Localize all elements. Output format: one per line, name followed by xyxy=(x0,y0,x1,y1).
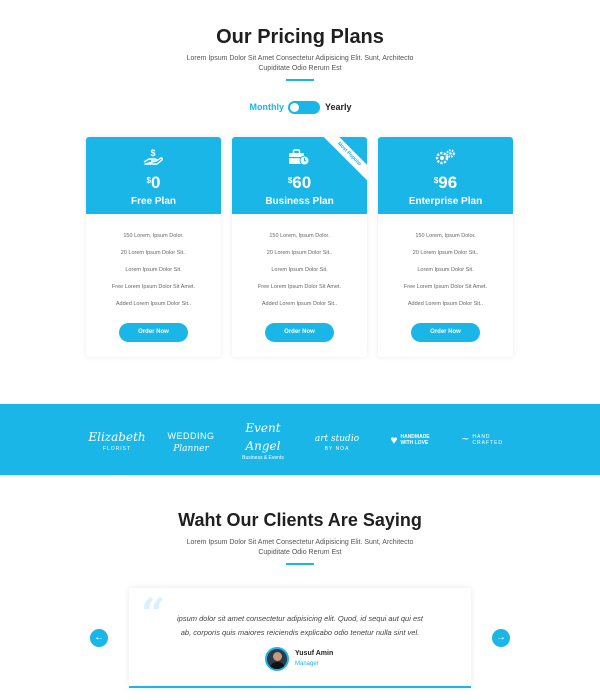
yearly-label[interactable]: Yearly xyxy=(325,102,352,112)
feature-item: Lorem Ipsum Dolor Sit. xyxy=(417,267,474,273)
feature-item: 150 Lorem, Ipsum Dolor. xyxy=(269,233,330,239)
card-header: $ $0 Free Plan xyxy=(86,137,221,214)
feature-list: 150 Lorem, Ipsum Dolor. 20 Lorem Ipsum D… xyxy=(86,232,221,317)
next-arrow-button[interactable]: → xyxy=(492,629,510,647)
feature-list: 150 Lorem, Ipsum Dolor. 20 Lorem Ipsum D… xyxy=(378,232,513,317)
order-now-button[interactable]: Order Now xyxy=(411,323,480,342)
pricing-card-enterprise: $96 Enterprise Plan 150 Lorem, Ipsum Dol… xyxy=(378,137,513,357)
avatar xyxy=(265,647,289,671)
feature-item: Added Lorem Ipsum Dolor Sit.. xyxy=(407,301,484,307)
testimonials-title-underline xyxy=(286,563,314,565)
plan-price: $0 xyxy=(146,173,161,192)
logo-handmade: ♥ HANDMADE WITH LOVE xyxy=(390,432,430,447)
plan-name: Free Plan xyxy=(130,196,177,207)
pricing-card-free: $ $0 Free Plan 150 Lorem, Ipsum Dolor. 2… xyxy=(86,137,221,357)
feature-item: 150 Lorem, Ipsum Dolor. xyxy=(123,233,184,239)
plan-name: Business Plan xyxy=(265,196,334,207)
feature-item: Free Lorem Ipsum Dolor Sit Amet. xyxy=(111,284,196,290)
testimonial-quote: ipsum dolor sit amet consectetur adipisi… xyxy=(177,614,423,637)
logo-hand-crafted: ~ HAND CRAFTED xyxy=(460,433,503,446)
client-role: Manager xyxy=(295,661,319,667)
client-logos-band: Elizabeth FLORIST WEDDING Planner Event An… xyxy=(0,404,600,475)
plan-price: $60 xyxy=(287,173,312,192)
testimonial-card: “ ipsum dolor sit amet consectetur adipi… xyxy=(129,588,471,688)
logo-elizabeth: Elizabeth FLORIST xyxy=(88,429,146,452)
order-now-button[interactable]: Order Now xyxy=(119,323,188,342)
logo-event-angel: Event Angel Business & Events xyxy=(242,420,284,461)
pricing-title: Our Pricing Plans xyxy=(216,26,384,48)
logo-wedding-planner: WEDDING Planner xyxy=(167,430,215,454)
order-now-button[interactable]: Order Now xyxy=(265,323,334,342)
feature-item: Lorem Ipsum Dolor Sit. xyxy=(271,267,328,273)
svg-text:$: $ xyxy=(150,148,155,158)
toggle-knob xyxy=(290,103,299,112)
billing-toggle-row: Monthly Yearly xyxy=(0,100,600,116)
feature-item: Lorem Ipsum Dolor Sit. xyxy=(125,267,182,273)
logo-art-studio: art studio BY NOA xyxy=(314,433,360,452)
testimonials-title: Waht Our Clients Are Saying xyxy=(178,510,422,530)
prev-arrow-button[interactable]: ← xyxy=(90,629,108,647)
feature-item: Added Lorem Ipsum Dolor Sit.. xyxy=(115,301,192,307)
feature-item: Free Lorem Ipsum Dolor Sit Amet. xyxy=(403,284,488,290)
gears-icon xyxy=(435,149,455,165)
pricing-subtitle: Lorem Ipsum Dolor Sit Amet Consectetur A… xyxy=(186,55,414,72)
plan-price: $96 xyxy=(433,173,458,192)
feature-list: 150 Lorem, Ipsum Dolor. 20 Lorem Ipsum D… xyxy=(232,232,367,317)
feature-item: Free Lorem Ipsum Dolor Sit Amet. xyxy=(257,284,342,290)
pricing-card-business: $60 Business Plan Most Popular 150 Lorem… xyxy=(232,137,367,357)
feature-item: 20 Lorem Ipsum Dolor Sit.. xyxy=(412,250,479,256)
feature-item: 20 Lorem Ipsum Dolor Sit.. xyxy=(266,250,333,256)
feature-item: 20 Lorem Ipsum Dolor Sit.. xyxy=(120,250,187,256)
plan-name: Enterprise Plan xyxy=(408,196,483,207)
leaf-icon: ~ xyxy=(460,434,470,445)
billing-toggle-switch[interactable] xyxy=(288,101,320,114)
card-header: $96 Enterprise Plan xyxy=(378,137,513,214)
monthly-label[interactable]: Monthly xyxy=(250,102,285,112)
heart-icon: ♥ xyxy=(390,432,398,447)
feature-item: 150 Lorem, Ipsum Dolor. xyxy=(415,233,476,239)
testimonials-subtitle: Lorem Ipsum Dolor Sit Amet Consectetur A… xyxy=(186,539,414,556)
feature-item: Added Lorem Ipsum Dolor Sit.. xyxy=(261,301,338,307)
briefcase-clock-icon xyxy=(289,149,310,166)
pricing-title-underline xyxy=(286,79,314,81)
hand-dollar-icon: $ xyxy=(143,148,164,165)
client-name: Yusuf Amin xyxy=(295,650,334,657)
